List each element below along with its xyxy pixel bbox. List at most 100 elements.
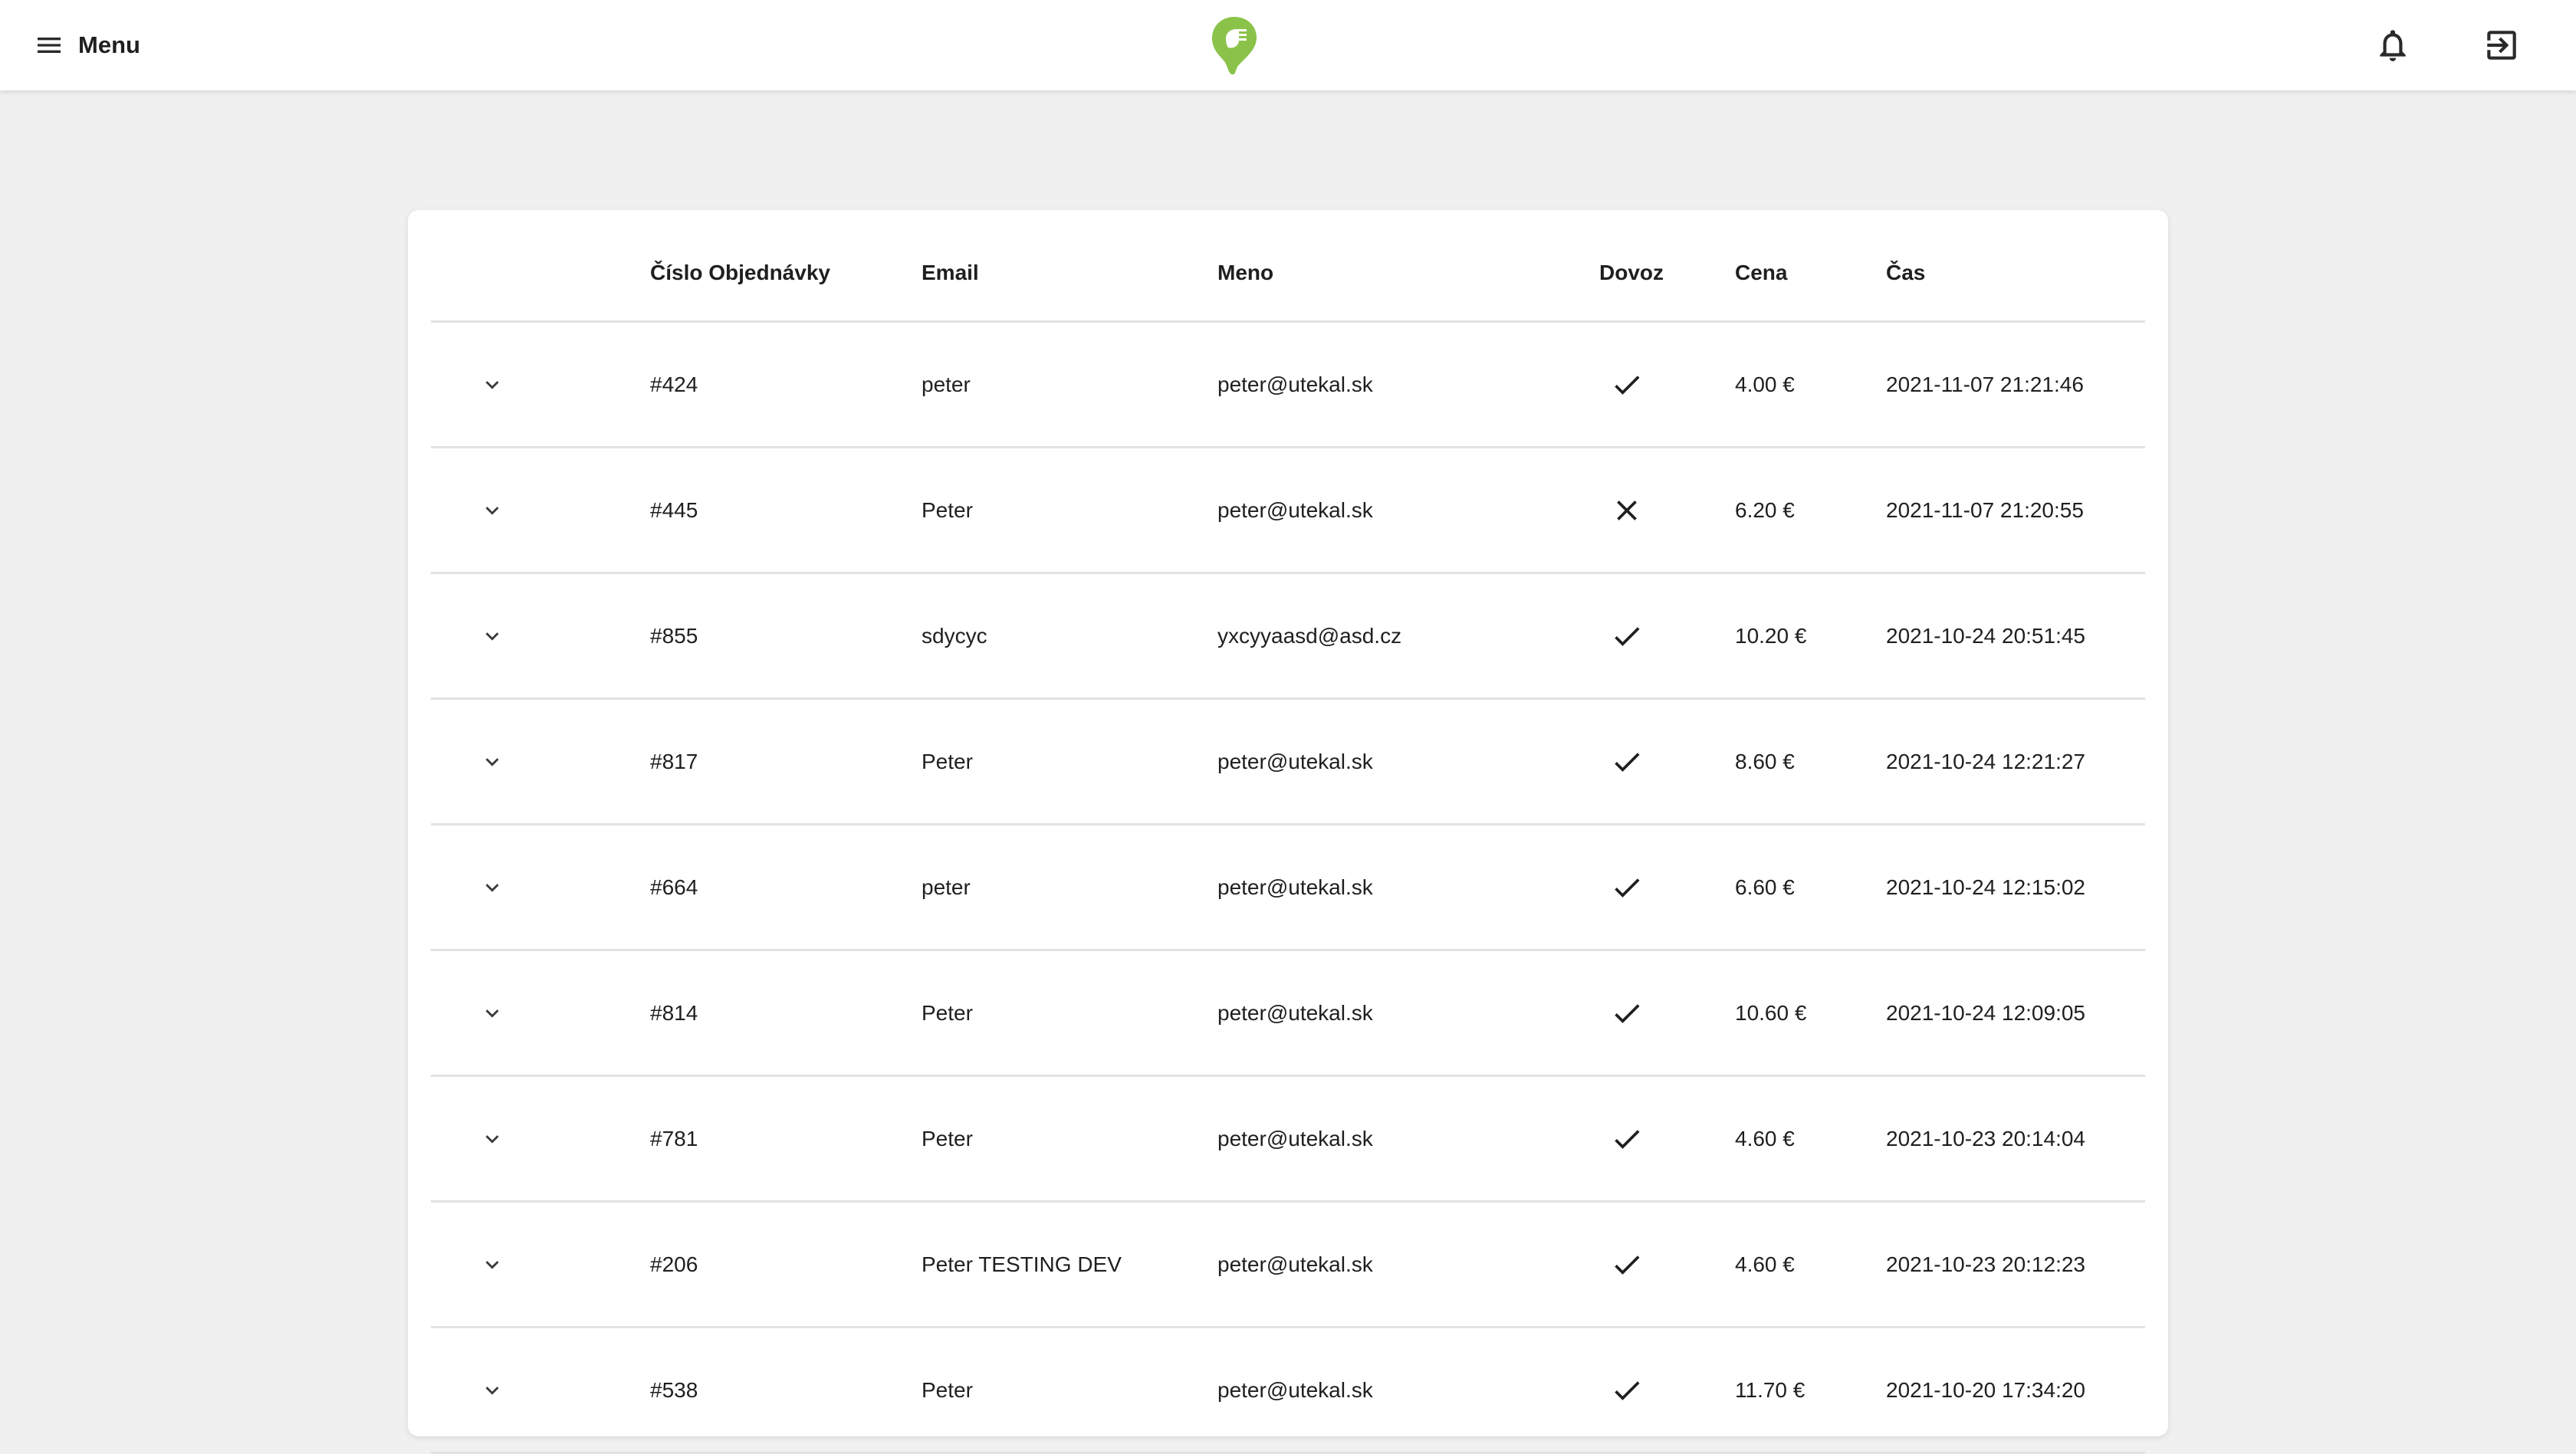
menu-button[interactable]: Menu — [34, 23, 140, 67]
name-cell: yxcyyaasd@asd.cz — [1217, 623, 1402, 648]
delivery-cell — [1599, 825, 1654, 949]
delivery-cell — [1599, 448, 1654, 572]
column-header-name: Meno — [1217, 261, 1274, 284]
expand-row-button[interactable] — [465, 700, 520, 823]
expand-row-button[interactable] — [465, 1203, 520, 1326]
price-cell: 4.60 € — [1735, 1126, 1795, 1150]
table-row[interactable]: #664 peter peter@utekal.sk 6.60 € 2021-10-24… — [431, 825, 2145, 951]
order-number-cell: #664 — [650, 875, 698, 899]
check-icon — [1610, 368, 1644, 402]
price-cell: 11.70 € — [1735, 1377, 1806, 1402]
price-cell: 4.60 € — [1735, 1252, 1795, 1276]
name-cell: peter@utekal.sk — [1217, 1377, 1373, 1402]
name-cell: peter@utekal.sk — [1217, 749, 1373, 773]
email-cell: Peter — [922, 1126, 973, 1150]
email-cell: Peter — [922, 1000, 973, 1025]
table-row[interactable]: #538 Peter peter@utekal.sk 11.70 € 2021-10-2… — [431, 1328, 2145, 1454]
table-row[interactable]: #817 Peter peter@utekal.sk 8.60 € 2021-10-24… — [431, 700, 2145, 825]
time-cell: 2021-10-24 20:51:45 — [1886, 623, 2085, 648]
price-cell: 10.20 € — [1735, 623, 1807, 648]
table-row[interactable]: #781 Peter peter@utekal.sk 4.60 € 2021-10-23… — [431, 1077, 2145, 1203]
email-cell: peter — [922, 372, 971, 396]
time-cell: 2021-10-20 17:34:20 — [1886, 1377, 2085, 1402]
table-row[interactable]: #445 Peter peter@utekal.sk 6.20 € 2021-11-07… — [431, 448, 2145, 574]
orders-card: Číslo Objednávky Email Meno Dovoz Cena Č… — [408, 210, 2168, 1454]
name-cell: peter@utekal.sk — [1217, 497, 1373, 522]
logout-button[interactable] — [2482, 26, 2521, 64]
column-header-time: Čas — [1886, 261, 1926, 284]
column-header-price: Cena — [1735, 261, 1788, 284]
email-cell: sdycyc — [922, 623, 987, 648]
table-row[interactable]: #855 sdycyc yxcyyaasd@asd.cz 10.20 € 2021-10… — [431, 574, 2145, 700]
time-cell: 2021-10-24 12:09:05 — [1886, 1000, 2085, 1025]
column-header-order-number: Číslo Objednávky — [650, 261, 830, 284]
table-row[interactable]: #814 Peter peter@utekal.sk 10.60 € 2021-10-2… — [431, 951, 2145, 1077]
table-body: #424 peter peter@utekal.sk 4.00 € 2021-11-07… — [431, 323, 2145, 1454]
logo-icon — [1210, 15, 1259, 75]
orders-table: Číslo Objednávky Email Meno Dovoz Cena Č… — [431, 210, 2145, 1454]
chevron-down-icon — [479, 1377, 505, 1403]
logout-icon — [2482, 26, 2521, 64]
top-app-bar: Menu — [0, 0, 2576, 90]
table-header: Číslo Objednávky Email Meno Dovoz Cena Č… — [431, 210, 2145, 323]
email-cell: Peter — [922, 1377, 973, 1402]
menu-label: Menu — [78, 31, 140, 58]
column-header-delivery: Dovoz — [1599, 261, 1664, 284]
time-cell: 2021-11-07 21:20:55 — [1886, 497, 2084, 522]
check-icon — [1610, 1122, 1644, 1156]
check-icon — [1610, 619, 1644, 653]
order-number-cell: #855 — [650, 623, 698, 648]
check-icon — [1610, 871, 1644, 904]
price-cell: 6.20 € — [1735, 497, 1795, 522]
name-cell: peter@utekal.sk — [1217, 1000, 1373, 1025]
expand-row-button[interactable] — [465, 825, 520, 949]
delivery-cell — [1599, 1203, 1654, 1326]
menu-icon — [34, 30, 64, 61]
delivery-cell — [1599, 700, 1654, 823]
order-number-cell: #817 — [650, 749, 698, 773]
close-icon — [1610, 494, 1644, 527]
expand-row-button[interactable] — [465, 1328, 520, 1452]
notifications-button[interactable] — [2374, 26, 2412, 64]
table-row[interactable]: #206 Peter TESTING DEV peter@utekal.sk 4.60… — [431, 1203, 2145, 1328]
email-cell: Peter — [922, 749, 973, 773]
bell-icon — [2374, 26, 2412, 64]
name-cell: peter@utekal.sk — [1217, 372, 1373, 396]
chevron-down-icon — [479, 372, 505, 398]
order-number-cell: #538 — [650, 1377, 698, 1402]
column-header-email: Email — [922, 261, 979, 284]
chevron-down-icon — [479, 1000, 505, 1026]
chevron-down-icon — [479, 1126, 505, 1152]
order-number-cell: #814 — [650, 1000, 698, 1025]
delivery-cell — [1599, 323, 1654, 446]
price-cell: 8.60 € — [1735, 749, 1795, 773]
chevron-down-icon — [479, 1252, 505, 1278]
check-icon — [1610, 1248, 1644, 1282]
price-cell: 10.60 € — [1735, 1000, 1807, 1025]
check-icon — [1610, 996, 1644, 1030]
expand-row-button[interactable] — [465, 1077, 520, 1200]
table-row[interactable]: #424 peter peter@utekal.sk 4.00 € 2021-11-07… — [431, 323, 2145, 448]
price-cell: 4.00 € — [1735, 372, 1795, 396]
time-cell: 2021-10-24 12:21:27 — [1886, 749, 2085, 773]
expand-row-button[interactable] — [465, 323, 520, 446]
email-cell: Peter — [922, 497, 973, 522]
price-cell: 6.60 € — [1735, 875, 1795, 899]
time-cell: 2021-10-23 20:12:23 — [1886, 1252, 2085, 1276]
time-cell: 2021-11-07 21:21:46 — [1886, 372, 2084, 396]
email-cell: peter — [922, 875, 971, 899]
name-cell: peter@utekal.sk — [1217, 875, 1373, 899]
order-number-cell: #445 — [650, 497, 698, 522]
time-cell: 2021-10-24 12:15:02 — [1886, 875, 2085, 899]
chevron-down-icon — [479, 875, 505, 901]
expand-row-button[interactable] — [465, 951, 520, 1075]
chevron-down-icon — [479, 623, 505, 649]
order-number-cell: #781 — [650, 1126, 698, 1150]
expand-row-button[interactable] — [465, 574, 520, 697]
name-cell: peter@utekal.sk — [1217, 1126, 1373, 1150]
delivery-cell — [1599, 1077, 1654, 1200]
order-number-cell: #424 — [650, 372, 698, 396]
check-icon — [1610, 1374, 1644, 1407]
expand-row-button[interactable] — [465, 448, 520, 572]
delivery-cell — [1599, 951, 1654, 1075]
